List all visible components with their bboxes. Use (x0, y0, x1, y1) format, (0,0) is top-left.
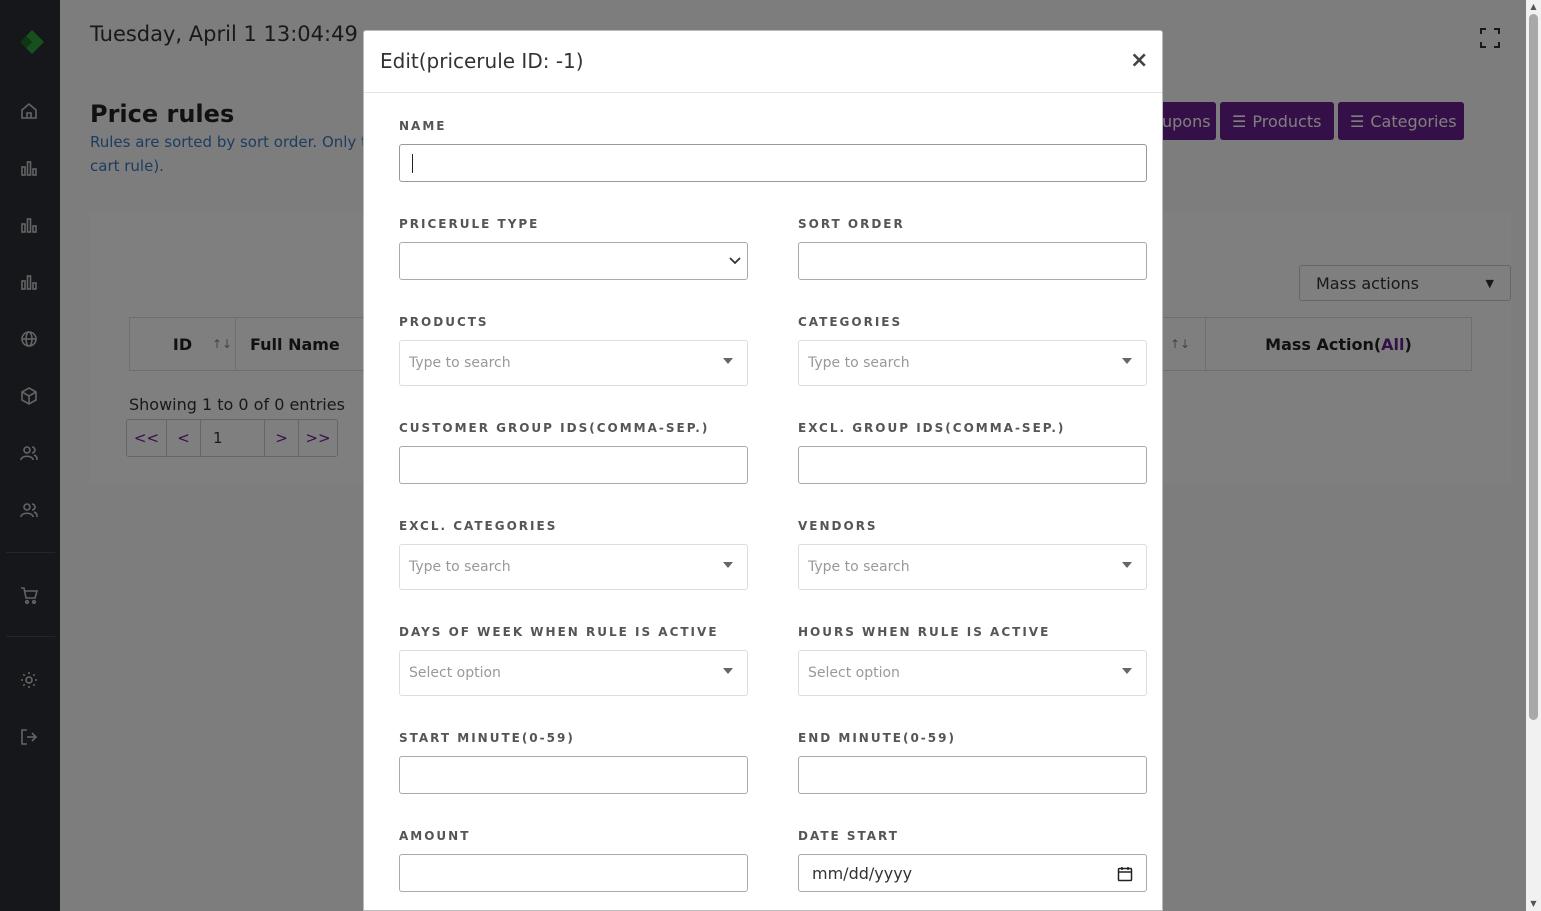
dropdown-arrow-icon (1122, 668, 1132, 674)
date-start-input[interactable]: mm/dd/yyyy (798, 854, 1147, 892)
text-cursor (412, 154, 413, 173)
excl-group-ids-input[interactable] (798, 446, 1147, 484)
end-minute-label: END MINUTE(0-59) (798, 731, 956, 745)
date-start-placeholder: mm/dd/yyyy (812, 863, 913, 883)
pricerule-type-label: PRICERULE TYPE (399, 217, 540, 231)
categories-placeholder: Type to search (808, 355, 910, 371)
end-minute-input[interactable] (798, 756, 1147, 794)
name-input[interactable] (399, 144, 1147, 182)
customer-group-ids-input[interactable] (399, 446, 748, 484)
modal-header: Edit(pricerule ID: -1) × (364, 31, 1162, 93)
pricerule-type-select[interactable] (399, 242, 748, 280)
amount-input[interactable] (399, 854, 748, 892)
days-of-week-select[interactable]: Select option (399, 650, 748, 696)
dropdown-arrow-icon (723, 668, 733, 674)
modal-title: Edit(pricerule ID: -1) (380, 49, 584, 73)
days-of-week-label: DAYS OF WEEK WHEN RULE IS ACTIVE (399, 625, 719, 639)
dropdown-arrow-icon (723, 358, 733, 364)
products-label: PRODUCTS (399, 315, 489, 329)
hours-select[interactable]: Select option (798, 650, 1147, 696)
scrollbar-thumb[interactable] (1529, 14, 1538, 720)
products-placeholder: Type to search (409, 355, 511, 371)
excl-categories-label: EXCL. CATEGORIES (399, 519, 558, 533)
sort-order-input[interactable] (798, 242, 1147, 280)
hours-label: HOURS WHEN RULE IS ACTIVE (798, 625, 1051, 639)
categories-search[interactable]: Type to search (798, 340, 1147, 386)
dropdown-arrow-icon (723, 562, 733, 568)
customer-group-ids-label: CUSTOMER GROUP IDS(COMMA-SEP.) (399, 421, 710, 435)
categories-label: CATEGORIES (798, 315, 903, 329)
start-minute-label: START MINUTE(0-59) (399, 731, 575, 745)
excl-categories-placeholder: Type to search (409, 559, 511, 575)
amount-label: AMOUNT (399, 829, 471, 843)
scroll-down-arrow-icon[interactable]: ▼ (1529, 899, 1538, 908)
chevron-down-icon (729, 257, 741, 265)
calendar-icon[interactable] (1117, 866, 1133, 882)
scroll-up-arrow-icon[interactable]: ▲ (1529, 2, 1538, 11)
vendors-label: VENDORS (798, 519, 878, 533)
close-icon[interactable]: × (1130, 49, 1148, 73)
vendors-search[interactable]: Type to search (798, 544, 1147, 590)
vendors-placeholder: Type to search (808, 559, 910, 575)
sort-order-label: SORT ORDER (798, 217, 905, 231)
days-of-week-placeholder: Select option (409, 665, 501, 681)
dropdown-arrow-icon (1122, 358, 1132, 364)
edit-pricerule-modal: Edit(pricerule ID: -1) × NAME PRICERULE … (363, 30, 1163, 911)
name-label: NAME (399, 119, 447, 133)
excl-group-ids-label: EXCL. GROUP IDS(COMMA-SEP.) (798, 421, 1066, 435)
date-start-label: DATE START (798, 829, 899, 843)
dropdown-arrow-icon (1122, 562, 1132, 568)
hours-placeholder: Select option (808, 665, 900, 681)
page-scrollbar[interactable]: ▲ ▼ (1526, 0, 1541, 911)
excl-categories-search[interactable]: Type to search (399, 544, 748, 590)
start-minute-input[interactable] (399, 756, 748, 794)
products-search[interactable]: Type to search (399, 340, 748, 386)
